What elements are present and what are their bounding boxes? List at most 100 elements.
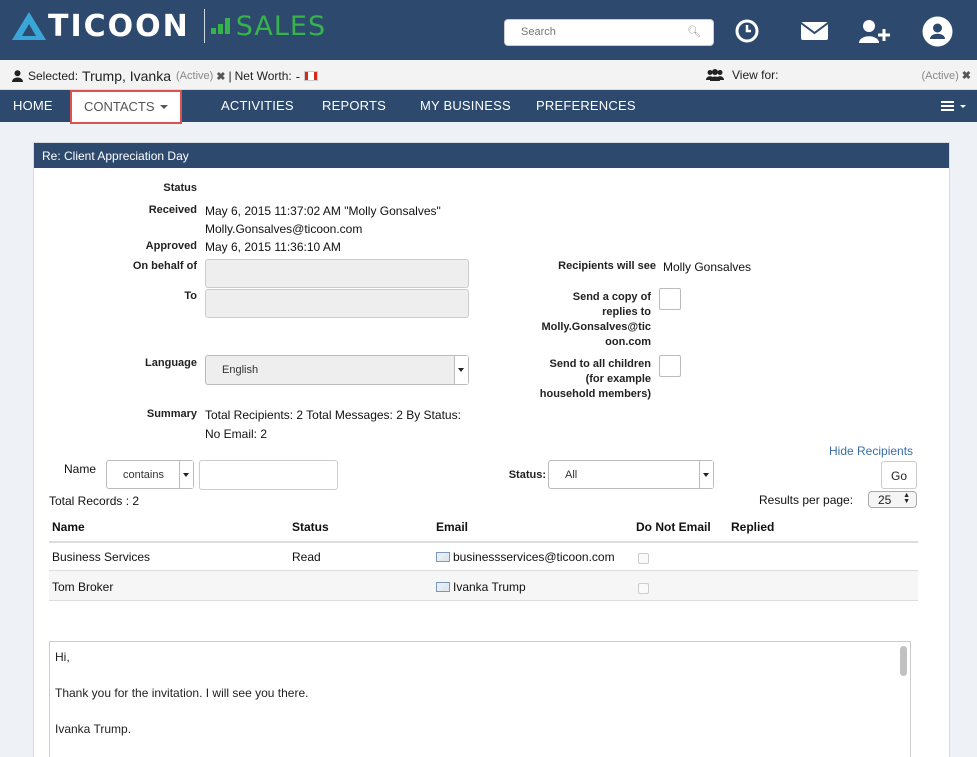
brand-logo[interactable]: TICOON SALES	[12, 8, 326, 44]
nav-activities[interactable]: ACTIVITIES	[221, 98, 294, 113]
send-copy-label-line2: replies to	[602, 306, 651, 318]
col-header-replied[interactable]: Replied	[731, 520, 774, 534]
search-box[interactable]: 🔍︎	[504, 19, 714, 46]
mail-icon[interactable]	[800, 17, 830, 45]
send-copy-label-line3: Molly.Gonsalves@tic	[541, 321, 651, 333]
status-filter-select[interactable]: All	[548, 460, 714, 489]
nav-my-business[interactable]: MY BUSINESS	[420, 98, 511, 113]
col-header-do-not-email[interactable]: Do Not Email	[636, 520, 711, 534]
brand-name: TICOON	[48, 8, 190, 44]
message-line1: Hi,	[55, 650, 70, 664]
logo-triangle-icon	[12, 12, 46, 40]
envelope-icon	[436, 552, 450, 562]
dropdown-arrow-icon	[699, 461, 713, 488]
selected-label: Selected:	[28, 69, 79, 83]
product-name: SALES	[235, 10, 327, 42]
selection-bar: Selected: Trump, Ivanka (Active) ✖ | Net…	[0, 60, 977, 90]
table-header-row: Name Status Email Do Not Email Replied	[49, 513, 918, 543]
col-header-name[interactable]: Name	[52, 520, 85, 534]
col-header-status[interactable]: Status	[292, 520, 329, 534]
remove-view-for-icon[interactable]: ✖	[962, 69, 971, 82]
main-nav: HOME CONTACTS ACTIVITIES REPORTS MY BUSI…	[0, 90, 977, 124]
nav-contacts-label: CONTACTS	[84, 99, 155, 114]
selected-status: (Active)	[176, 70, 214, 82]
send-children-label-line2: (for example	[585, 373, 651, 385]
net-worth-label: Net Worth:	[234, 69, 292, 83]
name-operator-select[interactable]: contains	[106, 460, 194, 489]
language-select[interactable]: English	[205, 355, 469, 385]
search-icon[interactable]: 🔍︎	[687, 25, 701, 38]
nav-preferences[interactable]: PREFERENCES	[536, 98, 636, 113]
send-children-label: Send to all children (for example househ…	[514, 357, 651, 402]
dropdown-arrow-icon	[454, 356, 468, 384]
send-children-checkbox[interactable]	[659, 355, 681, 377]
add-user-icon[interactable]	[857, 17, 891, 45]
do-not-email-checkbox[interactable]	[638, 553, 649, 564]
nav-home[interactable]: HOME	[13, 98, 53, 113]
do-not-email-checkbox[interactable]	[638, 583, 649, 594]
row-email[interactable]: Ivanka Trump	[436, 580, 526, 594]
nav-contacts[interactable]: CONTACTS	[70, 90, 182, 124]
net-worth-value: -	[295, 68, 301, 84]
message-line2: Thank you for the invitation. I will see…	[55, 686, 309, 700]
canada-flag-icon	[304, 71, 319, 81]
message-body[interactable]: Hi, Thank you for the invitation. I will…	[49, 641, 911, 757]
view-for-status: (Active)	[921, 69, 959, 82]
message-panel: Re: Client Appreciation Day Status Recei…	[33, 142, 950, 757]
table-row[interactable]: Tom Broker Ivanka Trump	[49, 571, 918, 601]
to-field[interactable]	[205, 289, 469, 318]
remove-selection-icon[interactable]: ✖	[216, 70, 225, 83]
nav-reports[interactable]: REPORTS	[322, 98, 386, 113]
language-label: Language	[145, 357, 197, 369]
received-label: Received	[148, 204, 197, 216]
send-copy-label-line1: Send a copy of	[572, 291, 651, 303]
row-email-text: businessservices@ticoon.com	[453, 550, 615, 564]
to-label: To	[184, 290, 197, 302]
bar-chart-icon	[210, 18, 232, 34]
separator: |	[228, 69, 232, 83]
name-filter-label: Name	[64, 462, 97, 476]
table-row[interactable]: Business Services Read businessservices@…	[49, 541, 918, 571]
envelope-icon	[436, 582, 450, 592]
col-header-email[interactable]: Email	[436, 520, 468, 534]
received-value-line2: Molly.Gonsalves@ticoon.com	[205, 222, 363, 236]
row-name[interactable]: Business Services	[52, 550, 150, 564]
status-filter-label: Status:	[508, 469, 546, 481]
recipients-see-label: Recipients will see	[558, 260, 656, 272]
view-for-label: View for:	[732, 68, 779, 82]
status-label: Status	[163, 182, 197, 194]
panel-title: Re: Client Appreciation Day	[34, 143, 949, 168]
send-children-label-line1: Send to all children	[549, 358, 651, 370]
top-bar: TICOON SALES 🔍︎	[0, 0, 977, 60]
on-behalf-field[interactable]	[205, 259, 469, 288]
results-per-page-select[interactable]: 25 ▲ ▼	[868, 491, 917, 508]
send-copy-label-line4: oon.com	[605, 336, 651, 348]
row-name[interactable]: Tom Broker	[52, 580, 113, 594]
hamburger-menu-icon[interactable]	[941, 100, 967, 112]
summary-line2: No Email: 2	[205, 427, 268, 441]
stepper-arrows-icon: ▲ ▼	[903, 492, 910, 505]
go-button[interactable]: Go	[881, 461, 917, 489]
status-filter-value: All	[565, 469, 578, 481]
summary-label: Summary	[146, 408, 197, 420]
send-copy-label: Send a copy of replies to Molly.Gonsalve…	[514, 290, 651, 350]
name-operator-value: contains	[123, 469, 164, 481]
name-filter-input[interactable]	[199, 460, 338, 490]
results-per-page-value: 25	[878, 493, 892, 507]
clock-icon[interactable]	[734, 17, 762, 45]
language-value: English	[222, 364, 259, 376]
send-copy-checkbox[interactable]	[659, 288, 681, 310]
summary-line1: Total Recipients: 2 Total Messages: 2 By…	[205, 408, 461, 422]
user-icon[interactable]	[922, 16, 953, 47]
on-behalf-label: On behalf of	[132, 260, 197, 272]
selected-contact-name[interactable]: Trump, Ivanka	[82, 68, 171, 84]
recipients-see-value: Molly Gonsalves	[663, 260, 752, 274]
scrollbar-thumb[interactable]	[900, 646, 907, 676]
message-line3: Ivanka Trump.	[55, 722, 132, 736]
search-input[interactable]	[521, 20, 691, 44]
approved-label: Approved	[145, 240, 197, 252]
received-value-line1: May 6, 2015 11:37:02 AM "Molly Gonsalves…	[205, 204, 441, 218]
caret-down-icon	[160, 105, 168, 109]
row-email[interactable]: businessservices@ticoon.com	[436, 550, 615, 564]
hide-recipients-link[interactable]: Hide Recipients	[829, 444, 913, 458]
